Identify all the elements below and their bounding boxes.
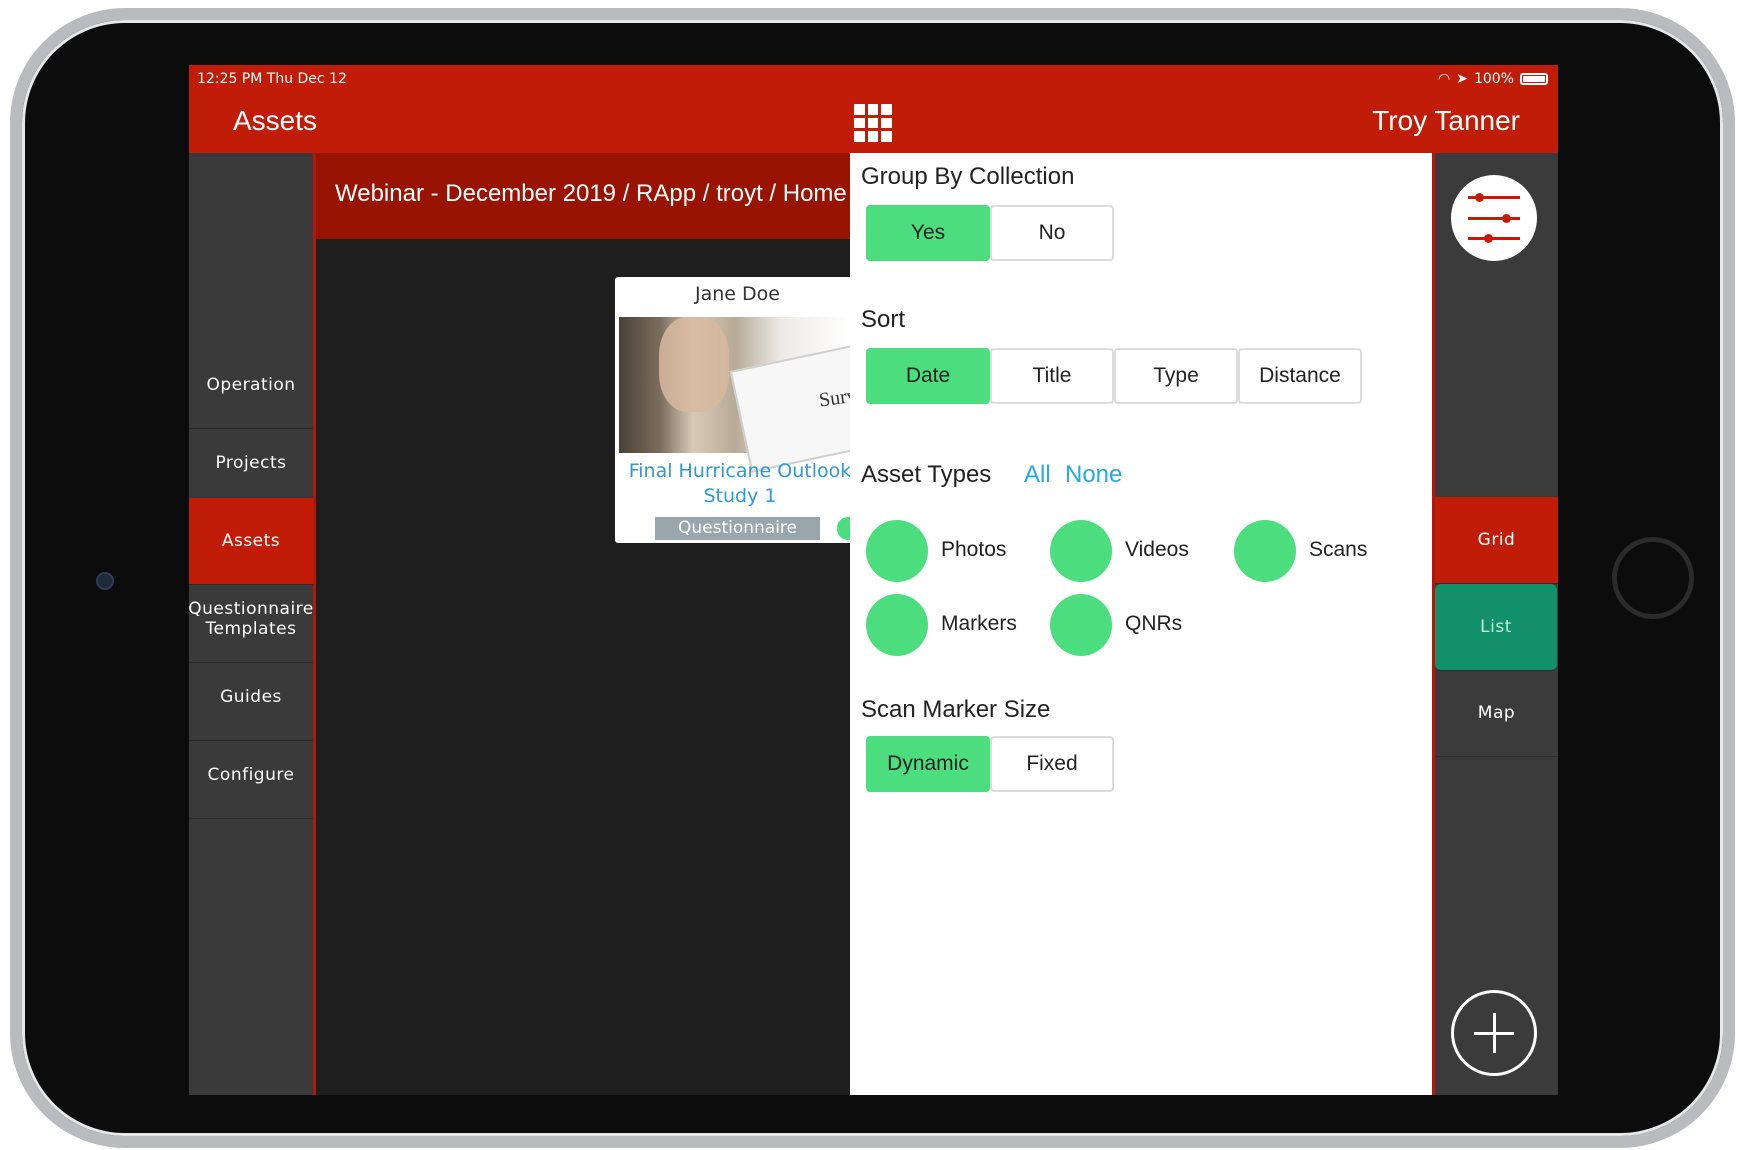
- toggle-qnrs[interactable]: [1050, 594, 1112, 656]
- card-thumbnail: Surv: [619, 317, 855, 473]
- card-title: Final Hurricane Outlook Study 1: [628, 460, 852, 507]
- sidebar-item-guides[interactable]: Guides: [189, 654, 313, 741]
- view-map-button[interactable]: Map: [1435, 670, 1558, 757]
- status-indicators: ◠ ➤ 100%: [1438, 71, 1548, 87]
- sort-distance-button[interactable]: Distance: [1238, 348, 1362, 404]
- sort-title-button[interactable]: Title: [990, 348, 1114, 404]
- toggle-videos[interactable]: [1050, 520, 1112, 582]
- home-button[interactable]: [1612, 537, 1694, 619]
- label-scans: Scans: [1309, 538, 1368, 561]
- sidebar-item-assets[interactable]: Assets: [189, 498, 313, 585]
- group-by-no-button[interactable]: No: [990, 205, 1114, 261]
- label-qnrs: QNRs: [1125, 612, 1183, 635]
- add-icon[interactable]: [1451, 990, 1537, 1076]
- location-icon: ➤: [1456, 71, 1468, 87]
- sort-date-button[interactable]: Date: [866, 348, 990, 404]
- wifi-icon: ◠: [1438, 71, 1451, 87]
- asset-types-title: Asset Types: [861, 461, 992, 488]
- scan-marker-size-title: Scan Marker Size: [861, 696, 1051, 723]
- card-user-name: Jane Doe: [695, 283, 780, 305]
- status-time: 12:25 PM Thu Dec 12: [197, 71, 347, 87]
- battery-icon: [1520, 73, 1548, 85]
- asset-types-all-link[interactable]: All: [1024, 461, 1051, 489]
- group-by-title: Group By Collection: [861, 163, 1075, 190]
- card-type-badge: Questionnaire: [655, 517, 820, 540]
- app-grid-icon[interactable]: [854, 104, 892, 142]
- sidebar-item-questionnaire-templates[interactable]: Questionnaire Templates: [189, 576, 313, 663]
- view-grid-button[interactable]: Grid: [1435, 497, 1558, 584]
- view-list-button[interactable]: List: [1435, 584, 1557, 671]
- toggle-photos[interactable]: [866, 520, 928, 582]
- app-screen: 12:25 PM Thu Dec 12 ◠ ➤ 100% Assets Troy…: [189, 65, 1558, 1095]
- label-videos: Videos: [1125, 538, 1189, 561]
- sidebar-item-projects[interactable]: Projects: [189, 420, 313, 507]
- filter-panel: Group By Collection Yes No Sort Date Tit…: [850, 153, 1432, 1095]
- toggle-scans[interactable]: [1234, 520, 1296, 582]
- top-bar: 12:25 PM Thu Dec 12 ◠ ➤ 100% Assets Troy…: [189, 65, 1558, 153]
- filter-settings-button[interactable]: [1451, 175, 1537, 261]
- sidebar-item-operation[interactable]: Operation: [189, 342, 313, 429]
- label-markers: Markers: [941, 612, 1017, 635]
- divider: [313, 153, 316, 1095]
- battery-percent: 100%: [1473, 71, 1514, 87]
- scan-size-fixed-button[interactable]: Fixed: [990, 736, 1114, 792]
- user-name[interactable]: Troy Tanner: [1372, 105, 1520, 137]
- asset-types-none-link[interactable]: None: [1065, 461, 1122, 489]
- breadcrumb[interactable]: Webinar - December 2019 / RApp / troyt /…: [335, 180, 847, 208]
- toggle-markers[interactable]: [866, 594, 928, 656]
- sort-title: Sort: [861, 306, 906, 333]
- camera-icon: [96, 572, 114, 590]
- sidebar-item-configure[interactable]: Configure: [189, 732, 313, 819]
- scan-size-dynamic-button[interactable]: Dynamic: [866, 736, 990, 792]
- asset-card[interactable]: Jane Doe Surv Final Hurricane Outlook St…: [615, 277, 855, 543]
- page-title: Assets: [233, 105, 318, 136]
- group-by-yes-button[interactable]: Yes: [866, 205, 990, 261]
- sort-type-button[interactable]: Type: [1114, 348, 1238, 404]
- label-photos: Photos: [941, 538, 1007, 561]
